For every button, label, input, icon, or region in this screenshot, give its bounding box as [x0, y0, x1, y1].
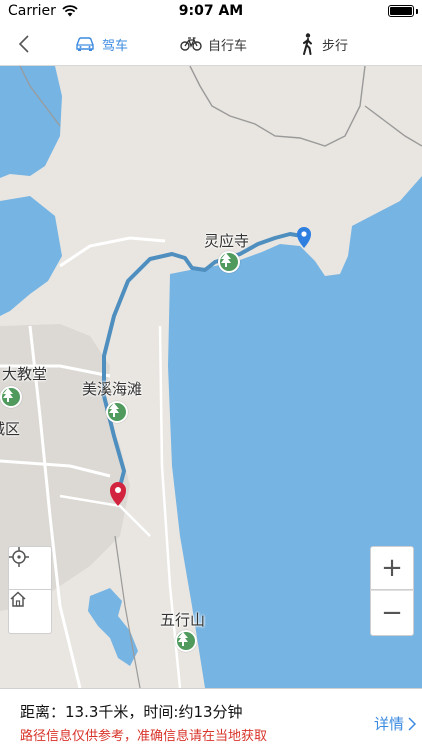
- tree-icon: [3, 388, 13, 402]
- poi-temple-label: 灵应寺: [204, 232, 250, 250]
- status-time: 9:07 AM: [178, 3, 244, 19]
- tab-walk-label: 步行: [322, 38, 349, 54]
- tab-bike[interactable]: 自行车: [180, 32, 247, 56]
- zoom-in-button[interactable]: +: [370, 546, 414, 590]
- route-summary: 距离：13.3千米，时间:约13分钟: [20, 703, 243, 721]
- walk-icon: [303, 33, 312, 55]
- back-button[interactable]: [12, 30, 36, 58]
- chevron-left-icon: [18, 35, 29, 53]
- park-icon[interactable]: [0, 386, 22, 408]
- poi-church-label: 大教堂: [2, 365, 48, 383]
- route-disclaimer: 路径信息仅供参考，准确信息请在当地获取: [20, 729, 268, 744]
- tab-drive-label: 驾车: [102, 38, 129, 54]
- tab-walk[interactable]: 步行: [300, 32, 348, 56]
- locate-button[interactable]: [8, 546, 52, 590]
- status-bar: Carrier 9:07 AM: [0, 0, 422, 22]
- tree-icon: [109, 403, 119, 417]
- zoom-out-button[interactable]: −: [370, 590, 414, 636]
- battery-icon: [388, 5, 414, 17]
- battery-level: [390, 7, 412, 15]
- crosshair-icon: [9, 547, 29, 567]
- home-button[interactable]: [8, 590, 52, 634]
- home-icon: [10, 591, 26, 607]
- map-canvas: [0, 66, 422, 688]
- park-icon[interactable]: [106, 401, 128, 423]
- map-view[interactable]: 灵应寺 美溪海滩 大教堂 城区 五行山 + −: [0, 66, 422, 688]
- poi-beach-label: 美溪海滩: [82, 380, 143, 398]
- battery-tip: [416, 9, 418, 14]
- tab-drive[interactable]: 驾车: [74, 32, 128, 56]
- tree-icon: [221, 253, 231, 267]
- park-icon[interactable]: [218, 251, 240, 273]
- details-label: 详情: [373, 715, 404, 733]
- poi-mountain-label: 五行山: [160, 611, 206, 629]
- details-button[interactable]: 详情: [374, 713, 416, 734]
- bicycle-icon: [180, 37, 202, 51]
- route-info-panel: 距离：13.3千米，时间:约13分钟 路径信息仅供参考，准确信息请在当地获取 详…: [0, 688, 422, 750]
- chevron-right-icon: [408, 716, 416, 731]
- car-icon: [76, 37, 94, 51]
- park-icon[interactable]: [175, 630, 197, 652]
- tab-bike-label: 自行车: [208, 38, 248, 54]
- nav-bar: 驾车 自行车 步行: [0, 22, 422, 66]
- poi-district-label: 城区: [0, 420, 21, 438]
- tree-icon: [178, 632, 188, 646]
